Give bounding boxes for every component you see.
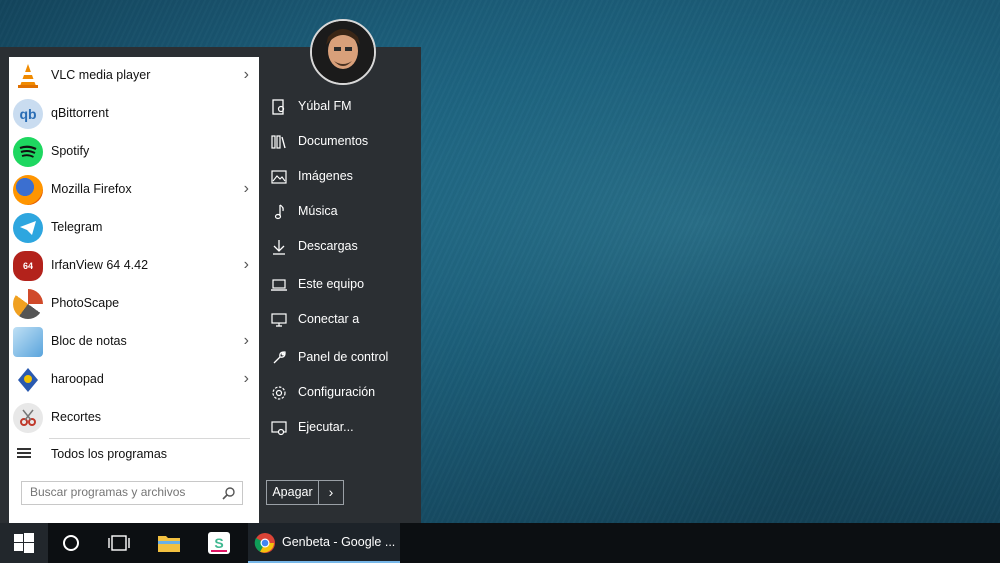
all-programs-button[interactable]: Todos los programas [9, 444, 259, 466]
program-telegram[interactable]: Telegram [9, 209, 259, 247]
start-button[interactable] [0, 523, 48, 563]
svg-text:S: S [214, 535, 223, 551]
computer-icon [271, 279, 287, 291]
cortana-button[interactable] [48, 523, 94, 563]
program-label: Recortes [51, 410, 102, 424]
program-snipping-tool[interactable]: Recortes [9, 399, 259, 437]
chrome-taskbar-button[interactable]: Genbeta - Google ... [248, 523, 400, 563]
haroopad-icon [13, 365, 43, 395]
start-menu: VLC media player › qb qBittorrent Spotif… [0, 19, 421, 523]
cortana-icon [63, 535, 79, 551]
place-label: Este equipo [298, 277, 365, 291]
chevron-right-icon[interactable]: › [244, 332, 249, 350]
place-documents[interactable]: Documentos [262, 127, 412, 157]
program-haroopad[interactable]: haroopad › [9, 361, 259, 399]
task-view-icon [108, 535, 130, 551]
connect-icon [271, 313, 287, 327]
search-icon[interactable] [222, 486, 236, 500]
program-label: PhotoScape [51, 296, 120, 310]
place-pictures[interactable]: Imágenes [262, 162, 412, 192]
irfanview-icon: 64 [13, 251, 43, 281]
photoscape-icon [13, 289, 43, 319]
place-label: Descargas [298, 239, 358, 253]
music-icon [274, 204, 284, 220]
programs-pane: VLC media player › qb qBittorrent Spotif… [9, 57, 259, 523]
search-input[interactable] [30, 485, 210, 499]
settings-gear-icon [272, 386, 286, 400]
chevron-right-icon[interactable]: › [244, 256, 249, 274]
chevron-right-icon[interactable]: › [244, 180, 249, 198]
place-label: Configuración [298, 385, 376, 399]
program-label: Mozilla Firefox [51, 182, 132, 196]
taskbar: S Genbeta - Google ... [0, 523, 1000, 563]
program-label: Telegram [51, 220, 103, 234]
program-firefox[interactable]: Mozilla Firefox › [9, 171, 259, 209]
divider [49, 438, 250, 439]
place-this-pc[interactable]: Este equipo [262, 270, 412, 300]
slack-button[interactable]: S [196, 523, 242, 563]
list-icon [17, 448, 31, 462]
place-music[interactable]: Música [262, 197, 412, 227]
place-user-folder[interactable]: Yúbal FM [262, 92, 412, 122]
place-downloads[interactable]: Descargas [262, 232, 412, 262]
program-label: VLC media player [51, 68, 151, 82]
pictures-icon [271, 170, 287, 184]
chevron-right-icon[interactable]: › [244, 370, 249, 388]
program-label: IrfanView 64 4.42 [51, 258, 149, 272]
task-view-button[interactable] [96, 523, 142, 563]
shutdown-button[interactable]: Apagar [267, 481, 319, 504]
place-label: Conectar a [298, 312, 360, 326]
program-label: Bloc de notas [51, 334, 127, 348]
place-label: Ejecutar... [298, 420, 354, 434]
vlc-icon [13, 61, 43, 91]
place-settings[interactable]: Configuración [262, 378, 412, 408]
power-button-group: Apagar › [266, 480, 344, 505]
qbittorrent-icon: qb [13, 99, 43, 129]
windows-start-icon [14, 533, 34, 553]
place-connect[interactable]: Conectar a [262, 305, 412, 335]
place-label: Panel de control [298, 350, 389, 364]
snipping-tool-icon [13, 403, 43, 433]
program-notepad[interactable]: Bloc de notas › [9, 323, 259, 361]
run-icon [271, 421, 287, 436]
place-label: Música [298, 204, 338, 218]
slack-icon: S [208, 532, 230, 554]
place-control-panel[interactable]: Panel de control [262, 343, 412, 373]
program-spotify[interactable]: Spotify [9, 133, 259, 171]
all-programs-label: Todos los programas [51, 447, 168, 461]
place-label: Documentos [298, 134, 369, 148]
place-run[interactable]: Ejecutar... [262, 413, 412, 443]
control-panel-icon [273, 351, 286, 364]
program-photoscape[interactable]: PhotoScape [9, 285, 259, 323]
file-explorer-icon [158, 536, 180, 552]
documents-icon [271, 135, 286, 149]
program-label: Spotify [51, 144, 90, 158]
notepad-icon [13, 327, 43, 357]
program-irfanview[interactable]: 64 IrfanView 64 4.42 › [9, 247, 259, 285]
file-explorer-button[interactable] [146, 523, 192, 563]
program-vlc[interactable]: VLC media player › [9, 57, 259, 95]
place-label: Imágenes [298, 169, 353, 183]
search-box[interactable] [21, 481, 243, 505]
program-label: qBittorrent [51, 106, 109, 120]
program-label: haroopad [51, 372, 104, 386]
chrome-window-title: Genbeta - Google ... [282, 535, 396, 549]
program-qbittorrent[interactable]: qb qBittorrent [9, 95, 259, 133]
firefox-icon [13, 175, 43, 205]
spotify-icon [13, 137, 43, 167]
user-avatar[interactable] [310, 19, 376, 85]
user-folder-icon [272, 99, 285, 115]
place-label: Yúbal FM [298, 99, 352, 113]
chrome-icon [254, 533, 275, 553]
chevron-right-icon[interactable]: › [319, 481, 343, 504]
telegram-icon [13, 213, 43, 243]
downloads-icon [273, 240, 285, 255]
chevron-right-icon[interactable]: › [244, 66, 249, 84]
